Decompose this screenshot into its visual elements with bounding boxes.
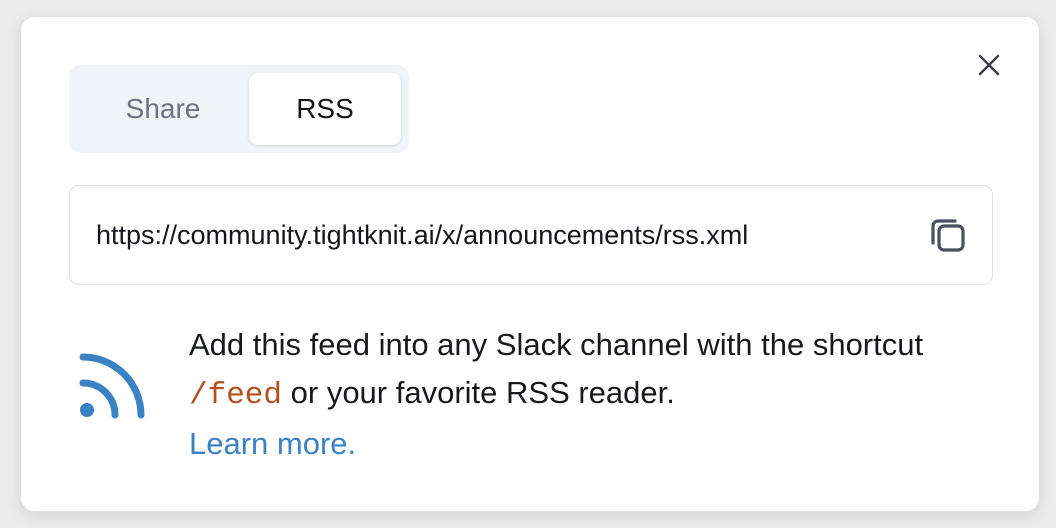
feed-url-text: https://community.tightknit.ai/x/announc…	[96, 219, 749, 250]
copy-url-button[interactable]	[928, 215, 968, 255]
tab-share[interactable]: Share	[77, 73, 249, 145]
info-text-part2: or your favorite RSS reader.	[290, 375, 675, 410]
info-text-part1: Add this feed into any Slack channel wit…	[189, 327, 924, 362]
rss-icon	[79, 353, 145, 419]
feed-command: /feed	[189, 378, 283, 413]
copy-icon	[931, 219, 965, 252]
feed-url-field[interactable]: https://community.tightknit.ai/x/announc…	[69, 185, 993, 285]
tab-switcher: Share RSS	[69, 65, 409, 153]
learn-more-link[interactable]: Learn more.	[189, 426, 356, 461]
tab-rss[interactable]: RSS	[249, 73, 401, 145]
rss-share-dialog: Share RSS https://community.tightknit.ai…	[20, 16, 1040, 512]
close-button[interactable]	[975, 51, 1003, 79]
rss-info-text: Add this feed into any Slack channel wit…	[189, 321, 949, 468]
close-icon	[978, 54, 1000, 76]
rss-info-section: Add this feed into any Slack channel wit…	[69, 321, 969, 461]
